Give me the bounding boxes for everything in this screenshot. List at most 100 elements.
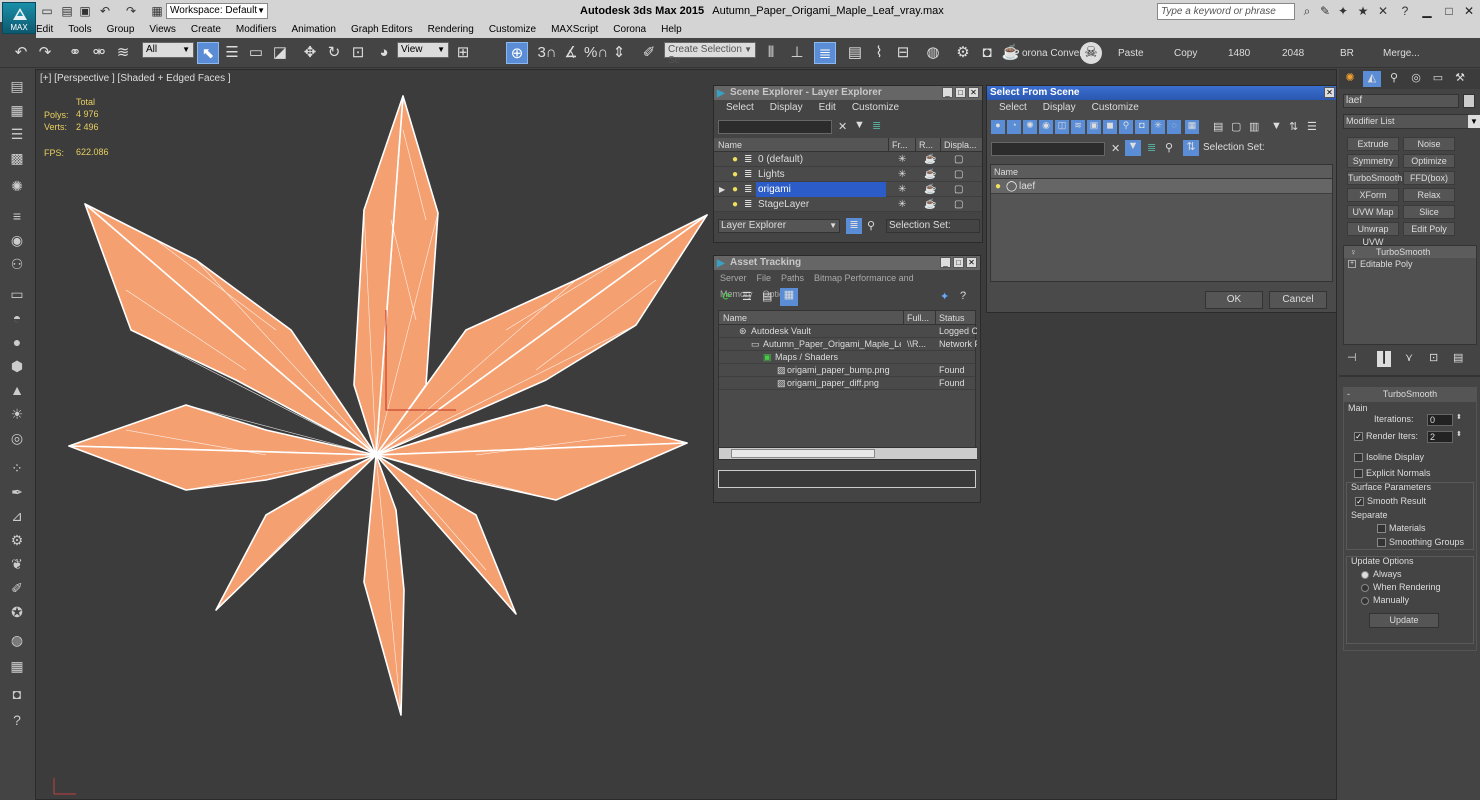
display-box-icon[interactable]: ▢ <box>954 197 963 212</box>
percent-snap-icon[interactable]: %∩ <box>584 42 608 64</box>
menu-modifiers[interactable]: Modifiers <box>236 22 277 38</box>
display-xrefs-icon[interactable]: ◼ <box>1103 120 1117 134</box>
columns-icon[interactable]: ☰ <box>1307 120 1317 133</box>
box-icon[interactable]: ▭ <box>7 284 27 304</box>
merge-button[interactable]: Merge... <box>1383 48 1420 59</box>
project-folder-icon[interactable]: ▦ <box>150 4 164 18</box>
hemisphere-icon[interactable]: ◓ <box>7 308 27 328</box>
asset-row[interactable]: ▣ Maps / Shaders <box>719 351 975 364</box>
header-name[interactable]: Name <box>723 311 747 325</box>
menu-server[interactable]: Server <box>720 273 747 283</box>
render-teapot-icon[interactable]: ☕ <box>924 152 936 167</box>
modifier-list-dropdown[interactable]: Modifier List ▼ <box>1343 114 1480 129</box>
layer-row[interactable]: ● ≣ StageLayer ✳ ☕ ▢ <box>714 197 982 212</box>
display-box-icon[interactable]: ▢ <box>954 167 963 182</box>
asset-row[interactable]: ▭ Autumn_Paper_Origami_Maple_Le... \\R... N… <box>719 338 977 351</box>
layer-stack-icon[interactable]: ≣ <box>846 218 862 234</box>
display-containers-icon[interactable]: ◘ <box>1135 120 1149 134</box>
filter-icon[interactable]: ▼ <box>1125 140 1141 156</box>
freeze-icon[interactable]: ✳ <box>898 152 906 167</box>
scene-explorer-titlebar[interactable]: ▶ Scene Explorer - Layer Explorer _ □ ✕ <box>714 86 982 100</box>
turbosmooth-rollout-header[interactable]: - TurboSmooth <box>1343 387 1477 401</box>
sphere-icon[interactable]: ● <box>7 332 27 352</box>
unlink-icon[interactable]: ⚮ <box>88 42 110 64</box>
menu-help[interactable]: Help <box>661 22 682 38</box>
display-list-icon[interactable]: ☰ <box>7 124 27 144</box>
close-button[interactable]: ✕ <box>1458 3 1480 19</box>
shell-icon[interactable]: ✪ <box>7 602 27 622</box>
light-bulb-icon[interactable]: ● <box>732 182 738 197</box>
reference-coord-dropdown[interactable]: View ▼ <box>397 42 449 58</box>
toggle-ribbon-icon[interactable]: ▤ <box>844 42 866 64</box>
object-name-field[interactable]: laef <box>1343 94 1459 108</box>
manipulate-icon[interactable]: ⊕ <box>506 42 528 64</box>
slice-button[interactable]: Slice <box>1403 205 1455 219</box>
menu-tools[interactable]: Tools <box>68 22 91 38</box>
layer-stack-icon[interactable]: ≣ <box>872 119 881 132</box>
optimize-button[interactable]: Optimize <box>1403 154 1455 168</box>
select-from-scene-titlebar[interactable]: Select From Scene ✕ <box>987 86 1336 100</box>
rotate-icon[interactable]: ↻ <box>323 42 345 64</box>
display-cameras-icon[interactable]: ◉ <box>1039 120 1053 134</box>
torus-icon[interactable]: ◎ <box>7 428 27 448</box>
display-tab-icon[interactable]: ▭ <box>1429 71 1447 87</box>
move-icon[interactable]: ✥ <box>299 42 321 64</box>
find-input[interactable] <box>991 142 1105 156</box>
header-display[interactable]: Displa... <box>940 138 980 152</box>
extrude-button[interactable]: Extrude <box>1347 137 1399 151</box>
smooth-result-checkbox[interactable]: ✓ <box>1355 497 1364 506</box>
update-button[interactable]: Update <box>1369 613 1439 628</box>
render-teapot-icon[interactable]: ☕ <box>1000 42 1022 64</box>
clear-x-icon[interactable]: ✕ <box>838 120 847 133</box>
light-bulb-icon[interactable]: ● <box>732 197 738 212</box>
material-sphere-icon[interactable]: ◍ <box>7 630 27 650</box>
render-teapot-icon[interactable]: ☕ <box>924 197 936 212</box>
explorer-type-dropdown[interactable]: Layer Explorer ▼ <box>718 219 840 233</box>
help-icon[interactable]: ? <box>7 710 27 730</box>
menu-rendering[interactable]: Rendering <box>428 22 474 38</box>
grass-icon[interactable]: ❦ <box>7 554 27 574</box>
scrollbar-thumb[interactable] <box>731 449 875 458</box>
find-input[interactable] <box>718 120 832 134</box>
close-button[interactable]: ✕ <box>1324 87 1335 98</box>
minimize-button[interactable]: ▁ <box>1416 3 1438 19</box>
select-all-icon[interactable]: ▤ <box>1213 120 1223 133</box>
help-icon[interactable]: ? <box>960 290 966 302</box>
layer-row[interactable]: ▶ ● ≣ origami ✳ ☕ ▢ <box>714 182 982 197</box>
xform-button[interactable]: XForm <box>1347 188 1399 202</box>
scene-explorer-icon[interactable]: ▤ <box>7 76 27 96</box>
render-icon[interactable]: ◘ <box>7 684 27 704</box>
link-icon[interactable]: ⚭ <box>64 42 86 64</box>
grid-icon[interactable]: ▩ <box>7 148 27 168</box>
edit-poly-button[interactable]: Edit Poly <box>1403 222 1455 236</box>
undo-icon[interactable]: ↶ <box>10 42 32 64</box>
symmetry-button[interactable]: Symmetry <box>1347 154 1399 168</box>
copy-button[interactable]: Copy <box>1174 48 1197 59</box>
mirror-icon[interactable]: ⫴ <box>760 42 782 64</box>
light-bulb-icon[interactable]: ● <box>995 179 1001 194</box>
ok-button[interactable]: OK <box>1205 291 1263 309</box>
menu-edit[interactable]: Edit <box>819 102 836 113</box>
corona-convert-label[interactable]: orona Convert <box>1022 48 1085 59</box>
menu-create[interactable]: Create <box>191 22 221 38</box>
new-file-icon[interactable]: ▭ <box>40 4 54 18</box>
smoothing-groups-checkbox[interactable] <box>1377 538 1386 547</box>
scale-icon[interactable]: ⊡ <box>347 42 369 64</box>
workspace-dropdown[interactable]: Workspace: Default ▼ <box>166 3 268 19</box>
search-input[interactable]: Type a keyword or phrase <box>1157 3 1295 20</box>
display-hidden-icon[interactable]: ◌ <box>1167 120 1181 134</box>
exchange-icon[interactable]: ✕ <box>1376 4 1390 18</box>
hierarchy-icon[interactable]: ⚲ <box>1165 141 1173 154</box>
header-status[interactable]: Status <box>935 311 977 325</box>
object-row[interactable]: ● ◯ laef <box>991 179 1332 194</box>
filter-icon[interactable]: ≡ <box>7 206 27 226</box>
header-name[interactable]: Name <box>718 138 742 152</box>
schematic-view-icon[interactable]: ⊟ <box>892 42 914 64</box>
make-unique-icon[interactable]: ⋎ <box>1405 351 1413 364</box>
configure-sets-icon[interactable]: ▤ <box>1453 351 1463 364</box>
maximize-button[interactable]: □ <box>1438 3 1460 19</box>
maple-leaf-model[interactable] <box>66 95 726 735</box>
asset-path-field[interactable] <box>718 470 976 488</box>
render-setup-icon[interactable]: ⚙ <box>952 42 974 64</box>
unwrap-uvw-button[interactable]: Unwrap UVW <box>1347 222 1399 247</box>
